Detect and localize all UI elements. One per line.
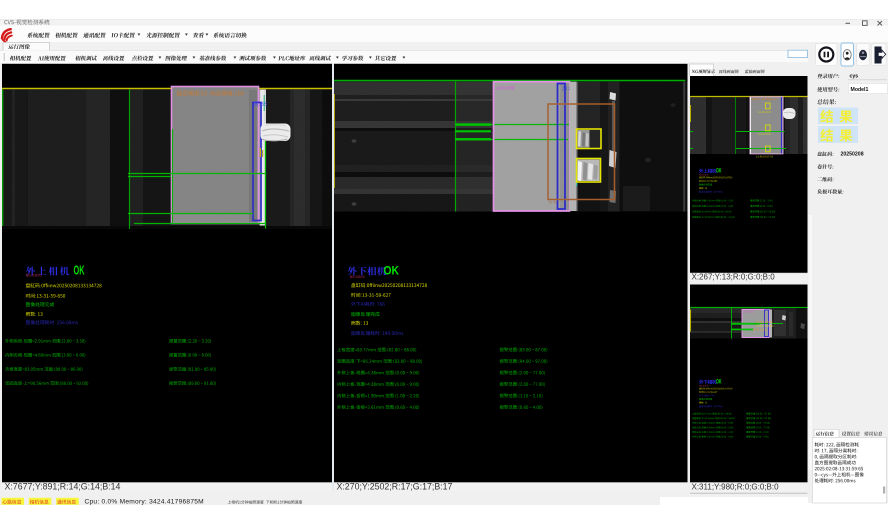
- svg-text:OK: OK: [716, 168, 722, 175]
- svg-text:NG:0;B:/0: NG:0;B:/0: [699, 385, 709, 387]
- svg-text:cys: cys: [850, 74, 859, 80]
- svg-text:Model1: Model1: [851, 87, 869, 93]
- svg-text:NG:0;B:/0: NG:0;B:/0: [699, 174, 709, 176]
- svg-text:X:7677;Y:891;R:14;G:14;B:14: X:7677;Y:891;R:14;G:14;B:14: [5, 482, 121, 492]
- svg-text:NG:0;B:/0: NG:0;B:/0: [26, 274, 42, 278]
- svg-text:X:267;Y:13;R:0;G:0;B:0: X:267;Y:13;R:0;G:0;B:0: [692, 273, 776, 282]
- svg-text:X:311;Y:980;R:0;G:0;B:0: X:311;Y:980;R:0;G:0;B:0: [692, 483, 780, 492]
- svg-text:X:270;Y:2502;R:17;G:17;B:17: X:270;Y:2502;R:17;G:17;B:17: [337, 482, 453, 492]
- svg-text:OK: OK: [384, 266, 400, 278]
- svg-text:Cpu: 0.0% Memory: 3424.4179687: Cpu: 0.0% Memory: 3424.41796875M: [85, 499, 204, 506]
- svg-text:OK: OK: [74, 262, 85, 277]
- svg-text:20250208: 20250208: [841, 152, 864, 158]
- svg-text:NG:0;B:/0: NG:0;B:/0: [350, 275, 365, 279]
- svg-text:OK: OK: [716, 379, 722, 386]
